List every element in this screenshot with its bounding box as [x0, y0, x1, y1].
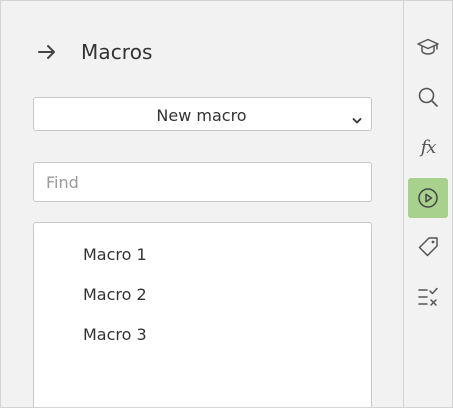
rail-button-learn[interactable] — [408, 27, 448, 67]
list-item[interactable]: Macro 3 — [83, 321, 147, 349]
list-item[interactable]: Macro 1 — [83, 241, 147, 269]
macros-panel: Macros New macro Macro 1 Macro 2 Macro 3 — [1, 1, 403, 407]
list-item[interactable]: Macro 2 — [83, 281, 147, 309]
chevron-down-icon — [352, 110, 362, 124]
graduation-cap-icon — [416, 35, 440, 59]
play-circle-icon — [416, 186, 440, 210]
arrow-right-icon[interactable] — [35, 40, 59, 64]
sidebar-icon-rail: fx — [403, 1, 452, 407]
panel-title: Macros — [81, 40, 153, 64]
rail-button-macros[interactable] — [408, 178, 448, 218]
tag-icon — [416, 235, 440, 259]
fx-icon: fx — [420, 136, 437, 158]
panel-header: Macros — [35, 35, 153, 69]
rail-button-functions[interactable]: fx — [408, 127, 448, 167]
find-input[interactable] — [34, 163, 356, 201]
search-icon — [416, 85, 440, 109]
macros-sidebar: Macros New macro Macro 1 Macro 2 Macro 3 — [0, 0, 453, 408]
new-macro-dropdown[interactable]: New macro — [33, 97, 372, 131]
macro-list: Macro 1 Macro 2 Macro 3 — [33, 222, 372, 407]
check-x-list-icon — [416, 285, 440, 309]
new-macro-dropdown-label: New macro — [156, 106, 247, 125]
rail-button-checks[interactable] — [408, 277, 448, 317]
find-field — [33, 162, 372, 202]
rail-button-tags[interactable] — [408, 227, 448, 267]
rail-button-search[interactable] — [408, 77, 448, 117]
